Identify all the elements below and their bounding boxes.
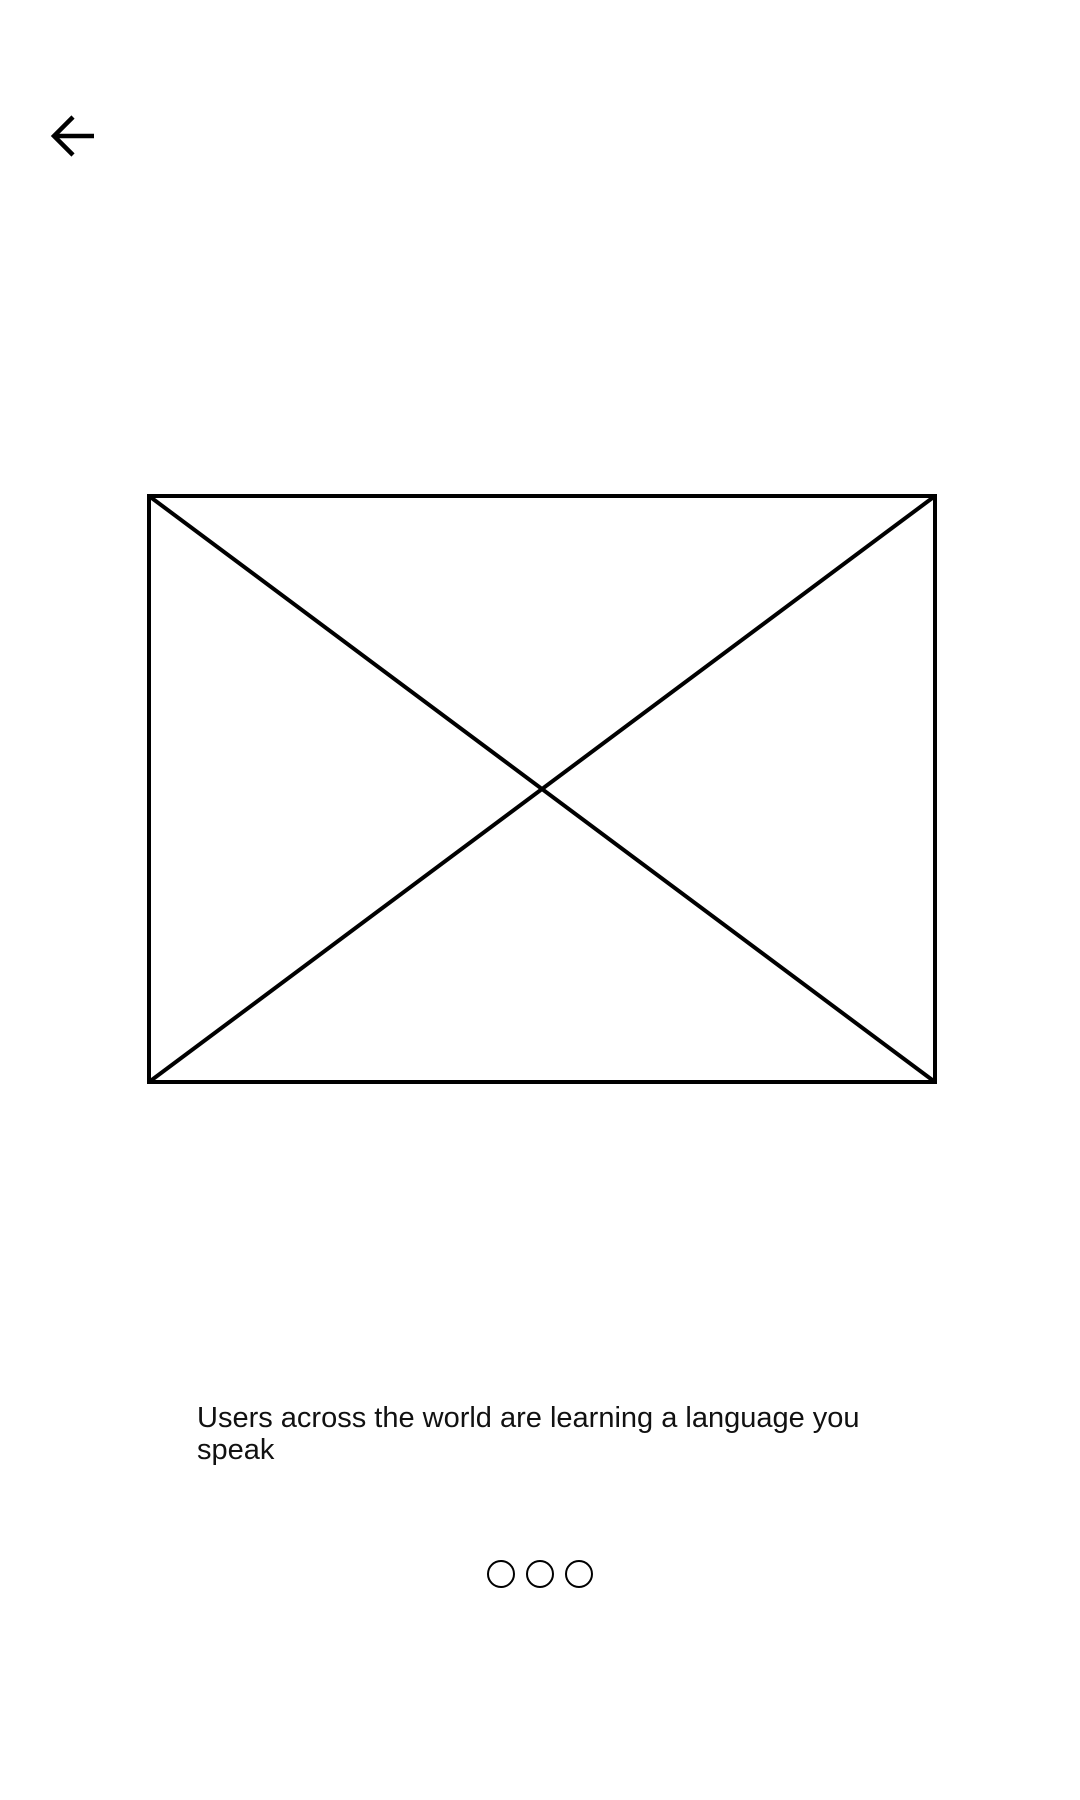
page-dot-1[interactable] — [487, 1560, 515, 1588]
arrow-left-icon — [50, 115, 94, 157]
onboarding-caption: Users across the world are learning a la… — [197, 1402, 860, 1466]
page-dot-2[interactable] — [526, 1560, 554, 1588]
back-button[interactable] — [48, 110, 100, 162]
page-dot-3[interactable] — [565, 1560, 593, 1588]
image-placeholder-icon — [147, 494, 937, 1084]
page-indicator — [487, 1560, 593, 1590]
hero-image-placeholder — [147, 494, 937, 1084]
